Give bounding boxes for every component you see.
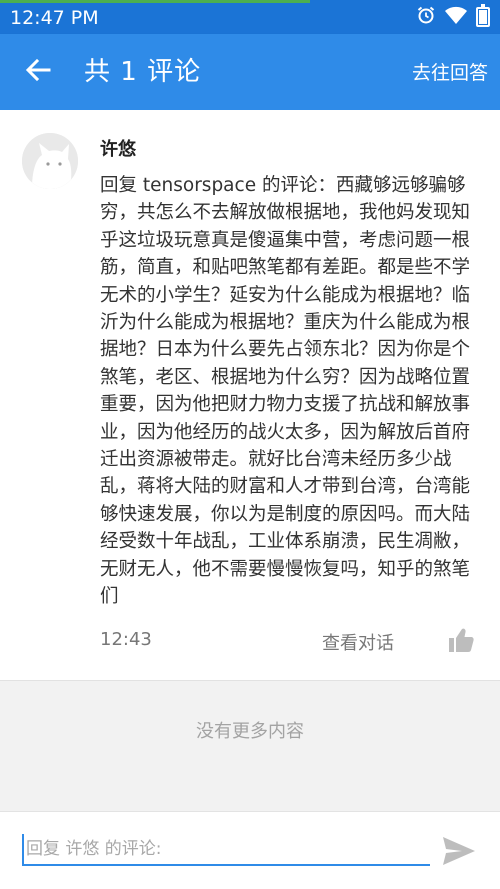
avatar[interactable] <box>22 133 78 189</box>
back-button[interactable] <box>20 54 56 90</box>
default-avatar-icon <box>22 133 78 189</box>
view-conversation-button[interactable]: 查看对话 <box>322 629 394 655</box>
list-footer: 没有更多内容 <box>0 680 500 812</box>
alarm-icon <box>416 5 436 29</box>
wifi-icon <box>444 5 468 29</box>
loading-progress-bar <box>0 0 310 3</box>
comment-text: 回复 tensorspace 的评论：西藏够远够骗够穷，共怎么不去解放做根据地，… <box>100 175 471 608</box>
reply-bar <box>0 811 500 889</box>
send-button[interactable] <box>442 836 476 866</box>
like-button[interactable] <box>447 626 475 654</box>
thumbs-up-icon <box>449 628 474 652</box>
comment-author[interactable]: 许悠 <box>100 135 136 161</box>
send-icon <box>443 837 475 865</box>
no-more-content-label: 没有更多内容 <box>196 721 304 742</box>
comment-time: 12:43 <box>100 629 152 650</box>
arrow-left-icon <box>25 58 51 86</box>
page-title: 共 1 评论 <box>84 57 202 87</box>
app-bar: 共 1 评论 去往回答 <box>0 34 500 110</box>
comment-item: 许悠 回复 tensorspace 的评论：西藏够远够骗够穷，共怎么不去解放做根… <box>0 110 500 680</box>
status-icons <box>416 4 490 29</box>
status-bar: 12:47 PM <box>0 0 500 34</box>
goto-answer-button[interactable]: 去往回答 <box>412 60 488 86</box>
reply-input[interactable] <box>22 834 430 866</box>
status-time: 12:47 PM <box>10 7 99 29</box>
battery-icon <box>476 4 490 27</box>
